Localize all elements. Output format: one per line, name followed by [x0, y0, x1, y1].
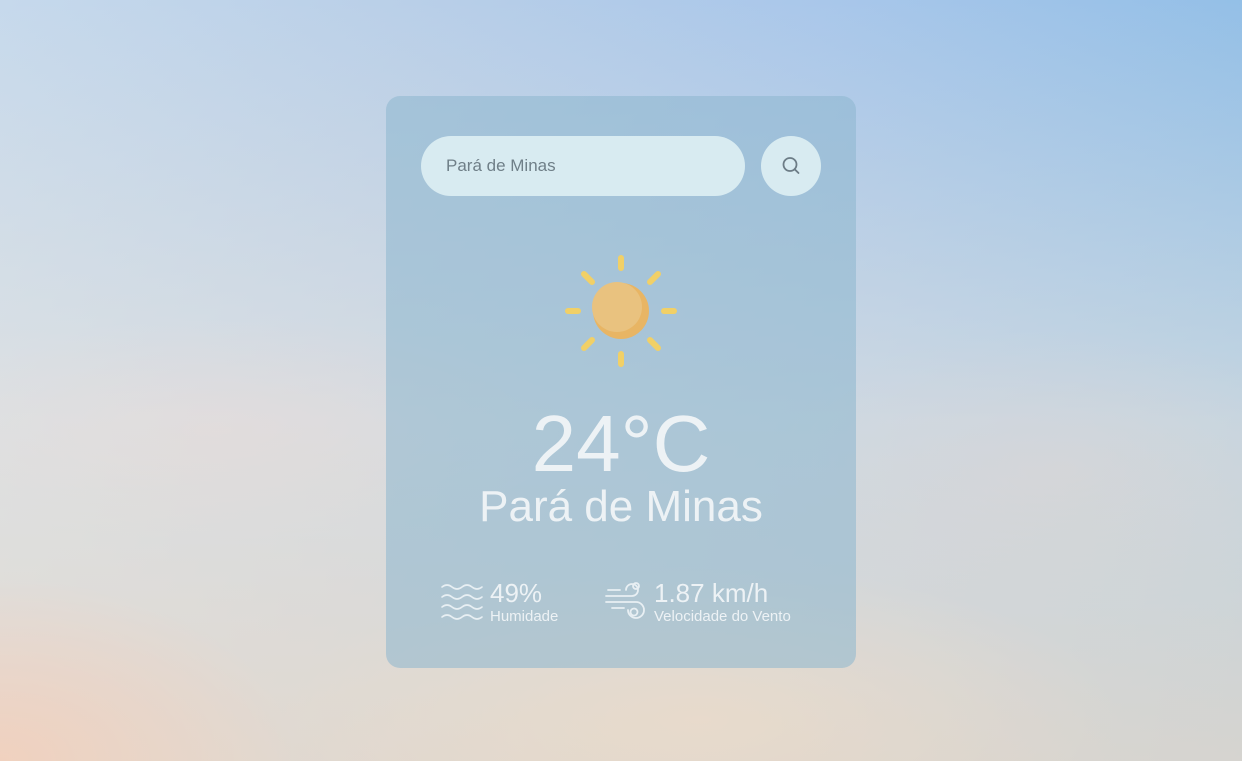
wind-value: 1.87 km/h	[654, 578, 769, 608]
sun-icon	[565, 255, 677, 367]
city-name: Pará de Minas	[479, 482, 763, 531]
weather-card: Pará de Minas 24°C Pará de Minas 49% Hum…	[386, 96, 856, 668]
search-icon	[782, 157, 800, 174]
humidity-value: 49%	[490, 578, 543, 608]
search-input[interactable]: Pará de Minas	[421, 136, 745, 196]
wind-icon	[605, 582, 645, 619]
search-input-value: Pará de Minas	[446, 156, 556, 175]
wind-label: Velocidade do Vento	[654, 608, 791, 625]
search-button[interactable]	[761, 136, 821, 196]
humidity-waves-icon	[441, 584, 483, 620]
wind-detail: 1.87 km/h Velocidade do Vento	[604, 576, 791, 626]
humidity-label: Humidade	[490, 608, 559, 625]
humidity-detail: 49% Humidade	[440, 576, 558, 626]
weather-details: 49% Humidade 1.87 km/h Velocidade do Ven…	[386, 576, 856, 636]
temperature: 24°C	[531, 399, 711, 488]
